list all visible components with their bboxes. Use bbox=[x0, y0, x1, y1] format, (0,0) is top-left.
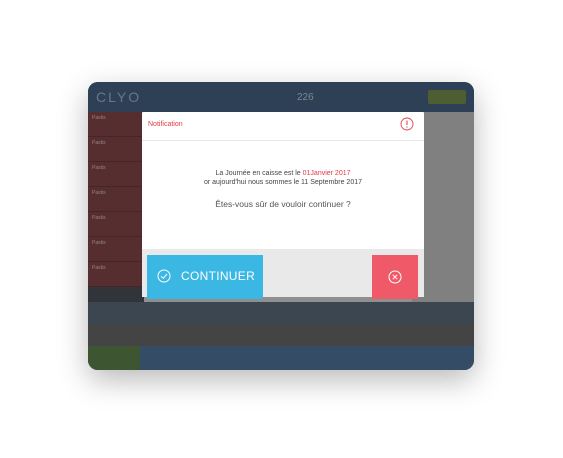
dialog-message: La Journée en caisse est le 01Janvier 20… bbox=[142, 169, 424, 187]
continue-label: CONTINUER bbox=[181, 269, 256, 283]
cancel-button[interactable] bbox=[372, 255, 418, 299]
dialog-title: Notification bbox=[148, 121, 183, 128]
alert-icon bbox=[400, 117, 414, 131]
dialog-actions: CONTINUER bbox=[142, 249, 424, 299]
message-date: 01Janvier 2017 bbox=[302, 170, 351, 177]
dialog-body: La Journée en caisse est le 01Janvier 20… bbox=[142, 169, 424, 209]
close-circle-icon bbox=[388, 270, 402, 284]
check-circle-icon bbox=[157, 269, 171, 283]
message-line-2: or aujourd'hui nous sommes le 11 Septemb… bbox=[203, 179, 363, 186]
message-prefix: La Journée en caisse est le bbox=[215, 170, 303, 177]
continue-button[interactable]: CONTINUER bbox=[147, 255, 263, 299]
tablet-device: CLYO 226 Pastis Pastis Pastis Pastis Pas… bbox=[88, 82, 474, 370]
dialog-header: Notification bbox=[142, 112, 424, 141]
dialog-question: Êtes-vous sûr de vouloir continuer ? bbox=[215, 199, 351, 209]
notification-dialog: Notification La Journée en caisse est le… bbox=[142, 112, 424, 299]
